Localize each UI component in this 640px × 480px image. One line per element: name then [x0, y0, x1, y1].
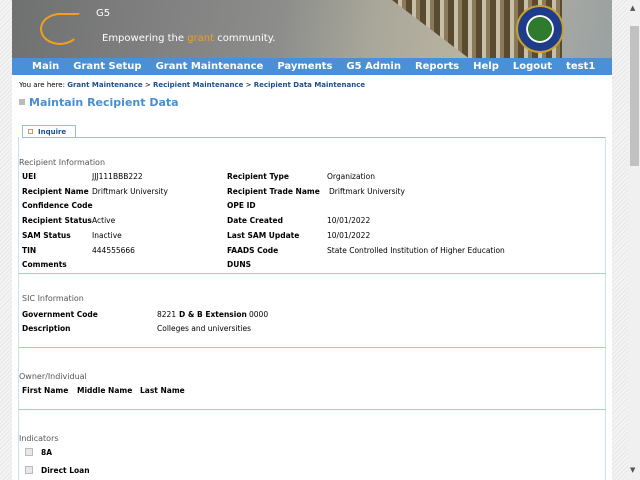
- divider: [19, 273, 606, 274]
- vertical-scrollbar[interactable]: ▲ ▼: [628, 0, 640, 480]
- field-label: DUNS: [227, 260, 251, 270]
- nav-grant-setup[interactable]: Grant Setup: [73, 61, 141, 72]
- field-value: 10/01/2022: [327, 216, 371, 226]
- tagline: Empowering the grant community.: [102, 33, 275, 44]
- nav-user[interactable]: test1: [566, 61, 595, 72]
- field-label: Recipient Status: [22, 216, 92, 226]
- field-label: Recipient Type: [227, 172, 290, 181]
- gov-code-label: Government Code: [22, 310, 98, 319]
- field-label: Recipient Name: [22, 186, 89, 196]
- breadcrumb-recipient-data-maintenance[interactable]: Recipient Data Maintenance: [254, 81, 365, 89]
- field-label: TIN: [22, 245, 37, 255]
- tagline-post: community.: [214, 33, 276, 44]
- page-title-text: Maintain Recipient Data: [29, 96, 179, 109]
- checkbox-direct-loan[interactable]: [25, 466, 33, 474]
- field-value: Driftmark University: [329, 186, 405, 196]
- checkbox-8a-label: 8A: [41, 448, 53, 457]
- field-value: 444555666: [92, 245, 135, 255]
- nav-reports[interactable]: Reports: [415, 61, 459, 72]
- description-value: Colleges and universities: [157, 324, 252, 333]
- breadcrumb-prefix: You are here:: [19, 81, 68, 89]
- page-title: Maintain Recipient Data: [19, 96, 179, 109]
- field-label: Comments: [22, 260, 67, 270]
- divider: [19, 409, 606, 410]
- field-label: OPE ID: [227, 201, 256, 211]
- first-name-label: First Name: [22, 386, 69, 395]
- nav-logout[interactable]: Logout: [513, 61, 552, 72]
- breadcrumb-sep: >: [243, 81, 254, 89]
- field-value: Active: [92, 216, 116, 226]
- main-nav: Main Grant Setup Grant Maintenance Payme…: [12, 58, 612, 75]
- tagline-pre: Empowering the: [102, 33, 188, 44]
- field-value: Driftmark University: [92, 186, 168, 196]
- field-label: UEI: [22, 172, 37, 181]
- nav-main[interactable]: Main: [32, 61, 59, 72]
- field-label: Last SAM Update: [227, 230, 300, 240]
- department-seal-icon: [516, 5, 564, 53]
- nav-grant-maintenance[interactable]: Grant Maintenance: [156, 61, 264, 72]
- indicators-heading: Indicators: [19, 434, 59, 443]
- breadcrumb-recipient-maintenance[interactable]: Recipient Maintenance: [153, 81, 243, 89]
- tab-label: Inquire: [38, 128, 67, 136]
- description-label: Description: [22, 324, 71, 333]
- nav-help[interactable]: Help: [473, 61, 499, 72]
- field-label: Confidence Code: [22, 201, 93, 211]
- breadcrumb: You are here: Grant Maintenance > Recipi…: [19, 81, 365, 89]
- middle-name-label: Middle Name: [77, 386, 133, 395]
- field-value: Inactive: [92, 230, 122, 240]
- db-extension-label: D & B Extension: [179, 310, 247, 319]
- logo-superscript: G5: [96, 8, 111, 19]
- field-label: SAM Status: [22, 230, 71, 240]
- field-value: JJJ111BBB222: [92, 172, 143, 181]
- edit-icon: [28, 129, 33, 134]
- field-label: Date Created: [227, 216, 283, 226]
- field-value: Organization: [327, 172, 375, 181]
- g5-logo-icon: [40, 13, 80, 45]
- page-icon: [19, 99, 25, 105]
- field-label: Recipient Trade Name: [227, 186, 320, 196]
- owner-heading: Owner/Individual: [19, 372, 87, 381]
- breadcrumb-grant-maintenance[interactable]: Grant Maintenance: [67, 81, 142, 89]
- tagline-highlight: grant: [187, 33, 215, 44]
- sic-heading: SIC Information: [22, 294, 84, 303]
- checkbox-direct-loan-label: Direct Loan: [41, 466, 90, 475]
- field-value: 10/01/2022: [327, 230, 371, 240]
- last-name-label: Last Name: [140, 386, 185, 395]
- page: G5 Empowering the grant community. Main …: [12, 0, 612, 480]
- scroll-up-icon[interactable]: ▲: [630, 4, 635, 12]
- field-value: State Controlled Institution of Higher E…: [327, 245, 505, 255]
- nav-g5-admin[interactable]: G5 Admin: [346, 61, 401, 72]
- recipient-heading: Recipient Information: [19, 158, 106, 167]
- breadcrumb-sep: >: [142, 81, 153, 89]
- nav-payments[interactable]: Payments: [277, 61, 332, 72]
- gov-code-value: 8221: [157, 310, 177, 319]
- scroll-down-icon[interactable]: ▼: [630, 466, 635, 474]
- divider: [19, 347, 606, 348]
- scrollbar-thumb[interactable]: [630, 26, 639, 166]
- db-extension-value: 0000: [249, 310, 269, 319]
- checkbox-8a[interactable]: [25, 448, 33, 456]
- header-banner: G5 Empowering the grant community.: [12, 0, 612, 58]
- field-label: FAADS Code: [227, 245, 279, 255]
